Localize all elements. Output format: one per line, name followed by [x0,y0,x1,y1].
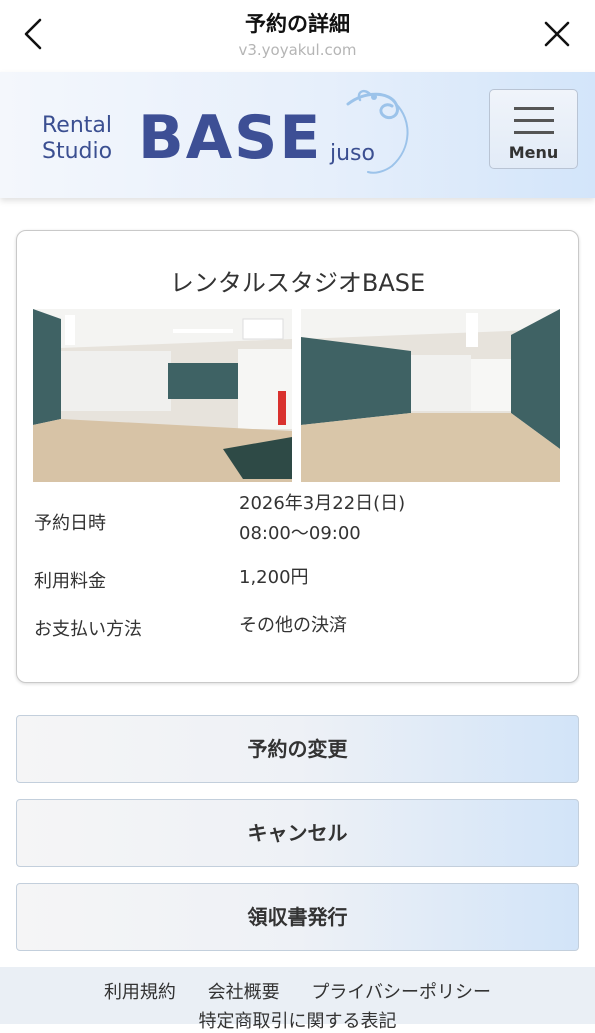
footer-link-terms[interactable]: 利用規約 [104,982,176,1003]
page-url: v3.yoyakul.com [238,41,357,59]
cancel-button[interactable]: キャンセル [16,799,579,867]
studio-photo [33,309,292,482]
logo-rental-text: Rental [42,113,112,138]
page-title: 予約の詳細 [245,12,350,36]
footer-link-commerce[interactable]: 特定商取引に関する表記 [0,1007,595,1033]
browser-top-bar: 予約の詳細 v3.yoyakul.com [0,0,595,72]
datetime-label: 予約日時 [34,513,106,534]
footer: 利用規約 会社概要 プライバシーポリシー 特定商取引に関する表記 [0,967,595,1032]
footer-link-company[interactable]: 会社概要 [208,982,280,1003]
site-header: Rental Studio BASE juso Menu [0,72,595,198]
reservation-card: レンタルスタジオBASE 予約日時 2026年3月22日(日) 08:00〜09… [16,230,579,683]
logo-studio-text: Studio [42,139,113,164]
fee-value: 1,200円 [239,567,309,588]
studio-name: レンタルスタジオBASE [169,269,426,297]
payment-label: お支払い方法 [34,619,142,640]
logo-base-text: BASE [138,103,323,173]
studio-photo [301,309,560,482]
receipt-button[interactable]: 領収書発行 [16,883,579,951]
datetime-value-date: 2026年3月22日(日) [239,493,406,514]
footer-link-privacy[interactable]: プライバシーポリシー [311,982,491,1003]
close-icon[interactable] [537,14,577,54]
studio-logo[interactable]: Rental Studio BASE juso [40,84,420,184]
fee-label: 利用料金 [34,571,106,592]
footer-links: 利用規約 会社概要 プライバシーポリシー [0,978,595,1004]
menu-button-label: Menu [508,143,559,162]
change-reservation-button[interactable]: 予約の変更 [16,715,579,783]
logo-juso-text: juso [330,141,375,166]
menu-button[interactable]: Menu [489,89,578,169]
datetime-value-time: 08:00〜09:00 [239,523,361,544]
payment-value: その他の決済 [239,615,347,636]
hamburger-icon [514,107,554,110]
